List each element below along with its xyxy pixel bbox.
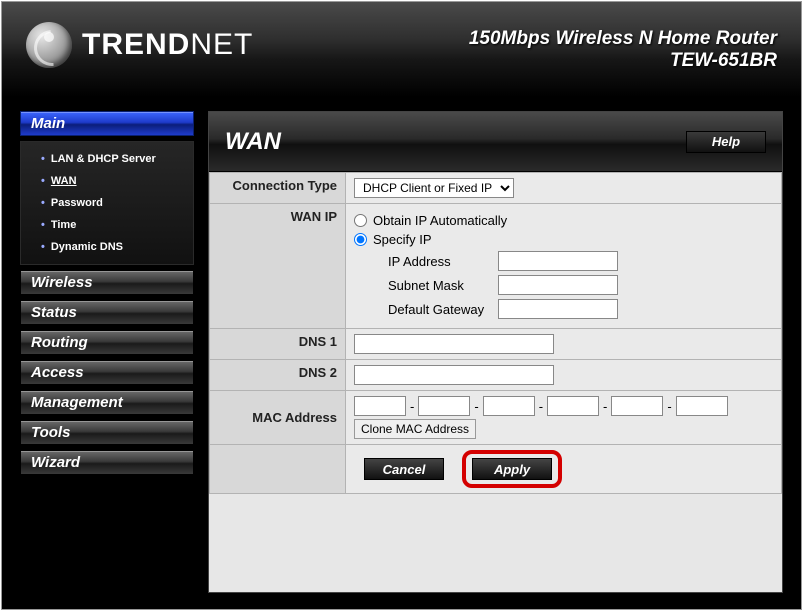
header: TRENDNET 150Mbps Wireless N Home Router …: [2, 2, 801, 97]
action-bar: Cancel Apply: [364, 450, 773, 488]
device-info: 150Mbps Wireless N Home Router TEW-651BR: [469, 22, 777, 72]
label-dns2: DNS 2: [210, 360, 346, 391]
sidebar-item-access[interactable]: Access: [20, 360, 194, 385]
label-subnet: Subnet Mask: [388, 278, 498, 293]
device-model-line2: TEW-651BR: [469, 50, 777, 72]
sidebar-sub-password[interactable]: Password: [41, 192, 193, 214]
dns2-field[interactable]: [354, 365, 554, 385]
label-ip-address: IP Address: [388, 254, 498, 269]
clone-mac-button[interactable]: Clone MAC Address: [354, 419, 476, 439]
sidebar-item-wizard[interactable]: Wizard: [20, 450, 194, 475]
brand: TRENDNET: [26, 22, 253, 68]
sidebar-item-tools[interactable]: Tools: [20, 420, 194, 445]
cancel-button[interactable]: Cancel: [364, 458, 444, 480]
default-gateway-field[interactable]: [498, 299, 618, 319]
sidebar-item-management[interactable]: Management: [20, 390, 194, 415]
body: Main LAN & DHCP Server WAN Password Time…: [2, 97, 801, 609]
sidebar-item-routing[interactable]: Routing: [20, 330, 194, 355]
sidebar-item-status[interactable]: Status: [20, 300, 194, 325]
sidebar-sub-wan[interactable]: WAN: [41, 170, 193, 192]
mac-octet-5[interactable]: [611, 396, 663, 416]
mac-octet-6[interactable]: [676, 396, 728, 416]
mac-octet-4[interactable]: [547, 396, 599, 416]
sidebar-item-main[interactable]: Main: [20, 111, 194, 136]
radio-obtain-auto-label: Obtain IP Automatically: [373, 213, 507, 228]
connection-type-select[interactable]: DHCP Client or Fixed IP: [354, 178, 514, 198]
dns1-field[interactable]: [354, 334, 554, 354]
panel-header: WAN Help: [209, 112, 782, 172]
sidebar-sub-ddns[interactable]: Dynamic DNS: [41, 236, 193, 258]
radio-obtain-auto[interactable]: [354, 214, 367, 227]
help-button[interactable]: Help: [686, 131, 766, 153]
mac-octet-2[interactable]: [418, 396, 470, 416]
apply-highlight: Apply: [462, 450, 562, 488]
sidebar: Main LAN & DHCP Server WAN Password Time…: [20, 97, 194, 593]
brand-logo-icon: [26, 22, 72, 68]
label-wan-ip: WAN IP: [210, 204, 346, 329]
page-title: WAN: [225, 128, 281, 156]
mac-address-row: - - - - -: [354, 396, 773, 416]
sidebar-sub-time[interactable]: Time: [41, 214, 193, 236]
sidebar-sub-lan[interactable]: LAN & DHCP Server: [41, 148, 193, 170]
wan-form: Connection Type DHCP Client or Fixed IP …: [209, 172, 782, 494]
radio-specify-ip-label: Specify IP: [373, 232, 432, 247]
app-window: TRENDNET 150Mbps Wireless N Home Router …: [1, 1, 802, 610]
label-gateway: Default Gateway: [388, 302, 498, 317]
label-conn-type: Connection Type: [210, 173, 346, 204]
apply-button[interactable]: Apply: [472, 458, 552, 480]
label-mac: MAC Address: [210, 391, 346, 445]
device-model-line1: 150Mbps Wireless N Home Router: [469, 28, 777, 50]
mac-octet-1[interactable]: [354, 396, 406, 416]
brand-name: TRENDNET: [82, 28, 253, 62]
subnet-mask-field[interactable]: [498, 275, 618, 295]
main-panel: WAN Help Connection Type DHCP Client or …: [208, 111, 783, 593]
form-area: Connection Type DHCP Client or Fixed IP …: [209, 172, 782, 592]
radio-specify-ip[interactable]: [354, 233, 367, 246]
mac-octet-3[interactable]: [483, 396, 535, 416]
specify-ip-group: IP Address Subnet Mask Default Gateway: [388, 251, 773, 319]
ip-address-field[interactable]: [498, 251, 618, 271]
sidebar-item-wireless[interactable]: Wireless: [20, 270, 194, 295]
sidebar-subnav: LAN & DHCP Server WAN Password Time Dyna…: [20, 141, 194, 265]
label-dns1: DNS 1: [210, 329, 346, 360]
